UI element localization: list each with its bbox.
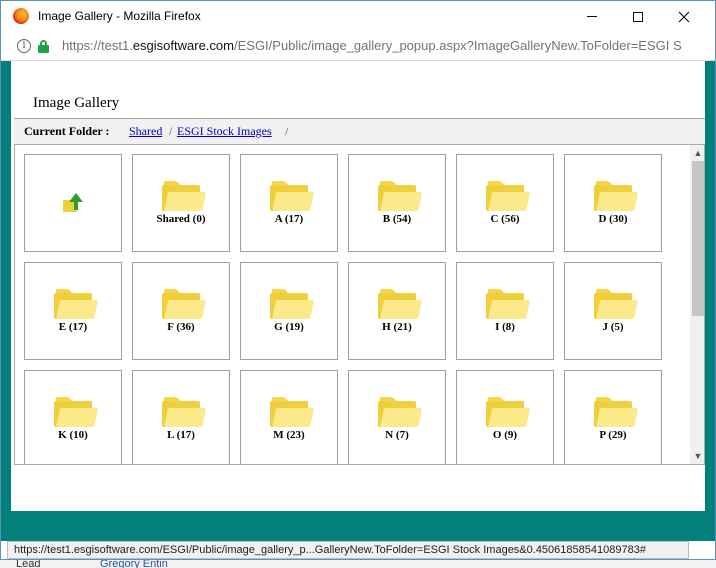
scrollbar[interactable]: ▲ ▼ bbox=[690, 145, 704, 464]
folder-tile[interactable]: N (7) bbox=[348, 370, 446, 464]
folder-label: P (29) bbox=[599, 429, 627, 441]
current-folder-bar: Current Folder : Shared / ESGI Stock Ima… bbox=[14, 118, 705, 145]
folder-label: N (7) bbox=[385, 429, 409, 441]
folder-label: M (23) bbox=[273, 429, 305, 441]
folder-icon bbox=[486, 181, 531, 211]
folder-icon bbox=[486, 397, 531, 427]
breadcrumb-shared[interactable]: Shared bbox=[129, 124, 162, 139]
folder-label: H (21) bbox=[382, 321, 412, 333]
folder-icon bbox=[162, 181, 207, 211]
folder-icon bbox=[378, 181, 423, 211]
folder-icon bbox=[54, 289, 99, 319]
folder-grid: Shared (0) A (17) B (54) C (56) D (30) E (17)… bbox=[14, 145, 705, 465]
folder-tile[interactable]: E (17) bbox=[24, 262, 122, 360]
folder-label: K (10) bbox=[58, 429, 88, 441]
folder-icon bbox=[378, 397, 423, 427]
maximize-button[interactable] bbox=[615, 1, 661, 32]
firefox-icon bbox=[13, 8, 29, 24]
window-titlebar[interactable]: Image Gallery - Mozilla Firefox bbox=[1, 1, 715, 32]
folder-tile[interactable]: D (30) bbox=[564, 154, 662, 252]
folder-tile[interactable]: L (17) bbox=[132, 370, 230, 464]
url-text[interactable]: https://test1.esgisoftware.com/ESGI/Publ… bbox=[62, 38, 682, 53]
footer-band bbox=[11, 511, 705, 541]
frame-border-left bbox=[1, 61, 11, 541]
popup-window: Image Gallery - Mozilla Firefox i https:… bbox=[0, 0, 716, 560]
info-icon[interactable]: i bbox=[17, 39, 31, 53]
folder-icon bbox=[270, 289, 315, 319]
folder-icon bbox=[378, 289, 423, 319]
folder-label: F (36) bbox=[167, 321, 195, 333]
folder-icon bbox=[486, 289, 531, 319]
close-button[interactable] bbox=[661, 1, 707, 32]
folder-label: C (56) bbox=[490, 213, 520, 225]
folder-label: Shared (0) bbox=[156, 213, 206, 225]
address-bar[interactable]: i https://test1.esgisoftware.com/ESGI/Pu… bbox=[1, 32, 715, 61]
folder-tile[interactable]: Shared (0) bbox=[132, 154, 230, 252]
folder-label: B (54) bbox=[382, 213, 412, 225]
folder-icon bbox=[162, 289, 207, 319]
breadcrumb-separator: / bbox=[169, 124, 173, 138]
page-title: Image Gallery bbox=[33, 95, 120, 111]
maximize-icon bbox=[633, 11, 643, 22]
frame-border-right bbox=[705, 61, 715, 541]
minimize-icon bbox=[587, 16, 597, 17]
current-folder-label: Current Folder : bbox=[24, 124, 110, 138]
folder-tile[interactable]: F (36) bbox=[132, 262, 230, 360]
url-prefix: https://test1. bbox=[62, 38, 133, 53]
folder-label: E (17) bbox=[58, 321, 88, 333]
folder-label: D (30) bbox=[598, 213, 628, 225]
folder-tile[interactable]: C (56) bbox=[456, 154, 554, 252]
folder-tile[interactable]: I (8) bbox=[456, 262, 554, 360]
status-bar: https://test1.esgisoftware.com/ESGI/Publ… bbox=[7, 541, 689, 559]
folder-icon bbox=[270, 181, 315, 211]
folder-tile[interactable]: G (19) bbox=[240, 262, 338, 360]
folder-tile[interactable]: P (29) bbox=[564, 370, 662, 464]
folder-icon bbox=[162, 397, 207, 427]
folder-tile[interactable]: J (5) bbox=[564, 262, 662, 360]
folder-label: O (9) bbox=[492, 429, 518, 441]
minimize-button[interactable] bbox=[569, 1, 615, 32]
folder-label: A (17) bbox=[274, 213, 304, 225]
folder-label: I (8) bbox=[495, 321, 515, 333]
folder-tile[interactable]: K (10) bbox=[24, 370, 122, 464]
lock-body bbox=[38, 45, 49, 53]
folder-label: G (19) bbox=[274, 321, 304, 333]
lock-icon[interactable] bbox=[38, 40, 50, 53]
folder-icon bbox=[54, 397, 99, 427]
scroll-down-icon[interactable]: ▼ bbox=[690, 449, 704, 463]
folder-tile[interactable]: O (9) bbox=[456, 370, 554, 464]
folder-up-tile[interactable] bbox=[24, 154, 122, 252]
breadcrumb-separator: / bbox=[285, 124, 289, 138]
folder-icon bbox=[594, 181, 639, 211]
url-host: esgisoftware.com bbox=[132, 38, 234, 53]
folder-icon bbox=[594, 397, 639, 427]
scroll-thumb[interactable] bbox=[692, 161, 704, 316]
folder-icon bbox=[270, 397, 315, 427]
scroll-up-icon[interactable]: ▲ bbox=[690, 146, 704, 160]
folder-tile[interactable]: A (17) bbox=[240, 154, 338, 252]
folder-tile[interactable]: B (54) bbox=[348, 154, 446, 252]
folder-label: J (5) bbox=[602, 321, 624, 333]
url-path: /ESGI/Public/image_gallery_popup.aspx?Im… bbox=[233, 38, 682, 53]
breadcrumb-esgi-stock-images[interactable]: ESGI Stock Images bbox=[177, 124, 272, 139]
folder-tile[interactable]: H (21) bbox=[348, 262, 446, 360]
window-title: Image Gallery - Mozilla Firefox bbox=[38, 9, 201, 23]
close-icon bbox=[678, 11, 690, 22]
up-folder-icon bbox=[63, 193, 85, 215]
folder-icon bbox=[594, 289, 639, 319]
folder-label: L (17) bbox=[167, 429, 195, 441]
folder-tile[interactable]: M (23) bbox=[240, 370, 338, 464]
gallery-content: Image Gallery Current Folder : Shared / … bbox=[11, 61, 705, 541]
